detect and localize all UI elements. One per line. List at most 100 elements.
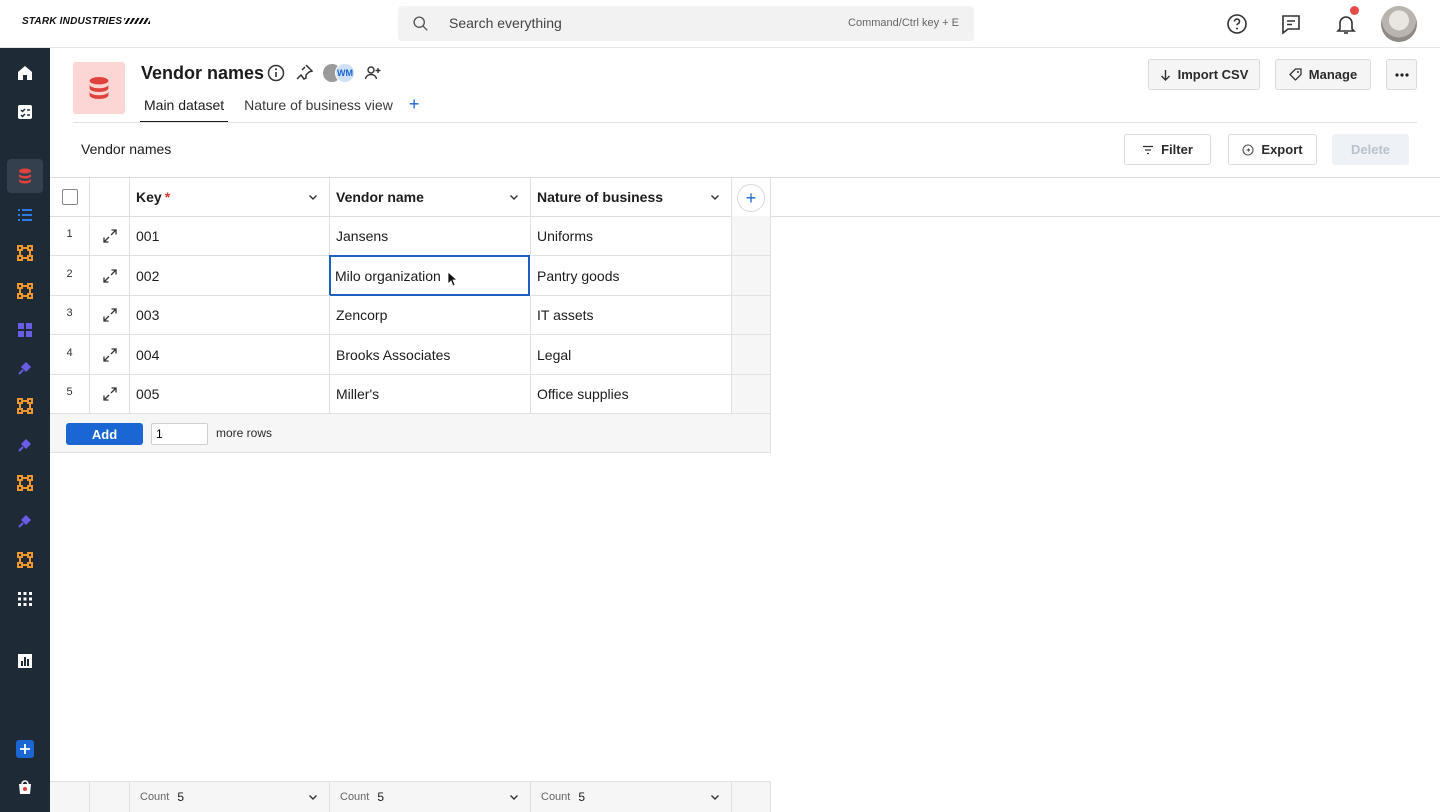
chevron-down-icon[interactable] — [709, 191, 721, 203]
workflow-icon — [17, 475, 33, 491]
table-row[interactable]: 1 001 Jansens Uniforms — [50, 216, 771, 256]
footer-aggregate-key[interactable]: Count 5 — [130, 782, 330, 812]
cell-nature-of-business[interactable]: Pantry goods — [531, 256, 732, 295]
collaborators[interactable]: WM — [322, 63, 355, 83]
plug-icon — [18, 515, 31, 528]
row-number: 1 — [50, 216, 90, 255]
column-header-key[interactable]: Key * — [130, 178, 330, 216]
home-icon — [18, 66, 32, 80]
expand-icon — [102, 347, 117, 362]
cell-nature-of-business[interactable]: Legal — [531, 335, 732, 374]
nav-integration-2[interactable] — [7, 428, 43, 462]
chevron-down-icon[interactable] — [508, 191, 520, 203]
manage-button[interactable]: Manage — [1275, 59, 1371, 90]
column-header-vendor-name[interactable]: Vendor name — [330, 178, 531, 216]
footer-aggregate-nature-of-business[interactable]: Count 5 — [531, 782, 732, 812]
add-user-icon[interactable] — [363, 63, 383, 83]
cell-vendor-name-editing[interactable]: Milo organization — [329, 255, 530, 296]
add-rows-count-input[interactable] — [151, 423, 208, 445]
import-csv-button[interactable]: Import CSV — [1148, 59, 1260, 90]
brand-logo[interactable]: STARK INDUSTRIES — [22, 16, 151, 27]
tag-icon — [1288, 68, 1302, 81]
nav-integration-3[interactable] — [7, 504, 43, 538]
chat-icon[interactable] — [1279, 12, 1303, 36]
table-row[interactable]: 2 002 Milo organization Pantry goods — [50, 255, 771, 296]
footer-aggregate-vendor-name[interactable]: Count 5 — [330, 782, 531, 812]
pin-icon[interactable] — [294, 63, 314, 83]
delete-button[interactable]: Delete — [1332, 134, 1409, 165]
nav-workflow-3[interactable] — [7, 389, 43, 423]
row-number: 2 — [50, 256, 90, 295]
tab-nature-of-business-view[interactable]: Nature of business view — [240, 93, 397, 123]
nav-store[interactable] — [7, 770, 43, 804]
expand-row-button[interactable] — [90, 256, 130, 295]
header-divider — [73, 122, 1417, 123]
cell-key[interactable]: 001 — [130, 216, 330, 255]
add-view-button[interactable]: + — [409, 93, 420, 123]
filter-icon — [1143, 145, 1154, 154]
cell-vendor-name[interactable]: Brooks Associates — [330, 335, 531, 374]
add-rows-button[interactable]: Add — [66, 423, 143, 445]
cell-key[interactable]: 003 — [130, 295, 330, 334]
title-actions: WM — [266, 62, 383, 84]
nav-workflow-2[interactable] — [7, 274, 43, 308]
info-icon[interactable] — [266, 63, 286, 83]
nav-list[interactable] — [7, 198, 43, 232]
row-number: 4 — [50, 335, 90, 374]
nav-workflow-4[interactable] — [7, 466, 43, 500]
expand-row-button[interactable] — [90, 374, 130, 413]
export-button[interactable]: Export — [1228, 134, 1317, 165]
nav-workflow-1[interactable] — [7, 236, 43, 270]
footer-spacer — [50, 782, 90, 812]
cell-nature-of-business[interactable]: IT assets — [531, 295, 732, 334]
column-header-nature-of-business[interactable]: Nature of business — [531, 178, 732, 216]
nav-apps[interactable] — [7, 313, 43, 347]
table-row[interactable]: 4 004 Brooks Associates Legal — [50, 335, 771, 375]
select-all-checkbox[interactable] — [61, 189, 78, 205]
collaborator-initials: WM — [335, 63, 355, 83]
cell-key[interactable]: 004 — [130, 335, 330, 374]
nav-create[interactable] — [7, 732, 43, 766]
search-icon — [413, 16, 428, 31]
search-placeholder: Search everything — [449, 15, 562, 31]
table-row[interactable]: 3 003 Zencorp IT assets — [50, 295, 771, 335]
nav-workflow-5[interactable] — [7, 543, 43, 577]
bar-chart-icon — [18, 654, 32, 668]
user-avatar[interactable] — [1381, 6, 1417, 42]
cell-vendor-name[interactable]: Miller's — [330, 374, 531, 413]
filter-button[interactable]: Filter — [1124, 134, 1211, 165]
nav-reports[interactable] — [7, 644, 43, 678]
table-row[interactable]: 5 005 Miller's Office supplies — [50, 374, 771, 414]
nav-datasets[interactable] — [7, 159, 43, 193]
add-column-button[interactable]: + — [737, 184, 765, 212]
nav-integration-1[interactable] — [7, 351, 43, 385]
cell-nature-of-business[interactable]: Office supplies — [531, 374, 732, 413]
cell-key[interactable]: 002 — [130, 256, 330, 295]
cell-key[interactable]: 005 — [130, 374, 330, 413]
arrow-down-icon — [1160, 69, 1170, 81]
bell-icon[interactable] — [1334, 12, 1358, 36]
search-shortcut-hint: Command/Ctrl key + E — [848, 17, 959, 29]
global-search[interactable]: Search everything Command/Ctrl key + E — [398, 6, 974, 41]
workflow-icon — [17, 398, 33, 414]
expand-row-button[interactable] — [90, 295, 130, 334]
database-icon — [89, 77, 109, 99]
nav-all-apps[interactable] — [7, 582, 43, 616]
help-icon[interactable] — [1225, 12, 1249, 36]
expand-row-button[interactable] — [90, 335, 130, 374]
chevron-down-icon[interactable] — [307, 191, 319, 203]
nav-home[interactable] — [7, 56, 43, 90]
cell-vendor-name[interactable]: Zencorp — [330, 295, 531, 334]
chevron-down-icon[interactable] — [508, 791, 520, 803]
tab-main-dataset[interactable]: Main dataset — [140, 93, 229, 123]
more-options-button[interactable] — [1386, 59, 1417, 90]
cell-nature-of-business[interactable]: Uniforms — [531, 216, 732, 255]
expand-row-button[interactable] — [90, 216, 130, 255]
cell-vendor-name[interactable]: Jansens — [330, 216, 531, 255]
chevron-down-icon[interactable] — [709, 791, 721, 803]
nav-tasks[interactable] — [7, 95, 43, 129]
left-nav — [0, 48, 50, 812]
chevron-down-icon[interactable] — [307, 791, 319, 803]
export-icon — [1242, 143, 1254, 156]
add-rows-label: more rows — [216, 426, 273, 440]
